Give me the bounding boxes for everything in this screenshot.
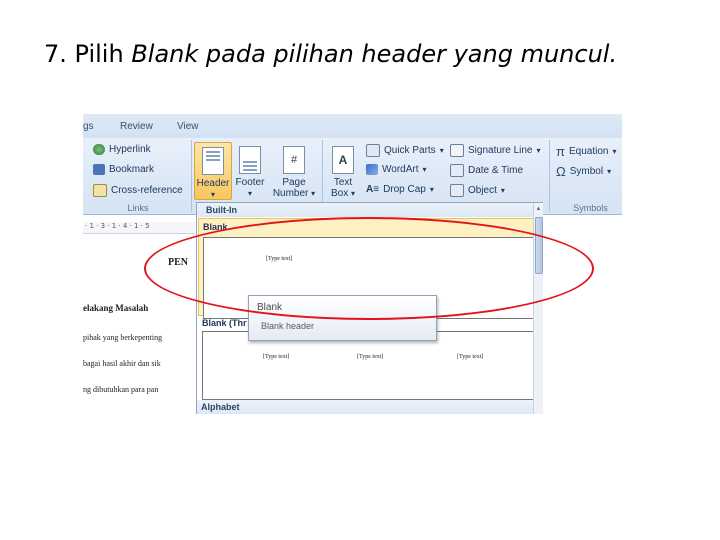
- chevron-down-icon: ▾: [612, 147, 617, 156]
- tab-review[interactable]: Review: [120, 121, 153, 132]
- pi-icon: π: [556, 144, 565, 159]
- quick-parts-icon: [366, 144, 380, 157]
- cross-reference-button[interactable]: Cross-reference: [93, 184, 183, 197]
- signature-line-label: Signature Line: [468, 145, 533, 156]
- page-number-label-row: Number ▾: [272, 188, 316, 199]
- equation-button[interactable]: π Equation ▾: [556, 144, 616, 159]
- slide-title: 7. Pilih Blank pada pilihan header yang …: [44, 40, 617, 68]
- bookmark-label: Bookmark: [109, 164, 155, 175]
- page-number-dropdown-icon: ▾: [311, 189, 316, 198]
- object-label: Object: [468, 185, 497, 196]
- bookmark-icon: [93, 164, 105, 175]
- document-line: pihak yang berkepenting: [83, 333, 163, 342]
- bookmark-button[interactable]: Bookmark: [93, 164, 154, 175]
- tooltip-description: Blank header: [261, 321, 315, 331]
- chevron-down-icon: ▾: [429, 185, 434, 194]
- header-button[interactable]: Header ▾: [194, 142, 232, 200]
- equation-label: Equation: [568, 146, 609, 157]
- symbols-group-label: Symbols: [573, 203, 608, 213]
- header-label: Header: [196, 178, 230, 189]
- page-number-label-2: Number: [272, 188, 309, 199]
- wordart-label: WordArt: [382, 164, 419, 175]
- slide-title-emphasis: Blank pada pilihan header yang muncul.: [131, 40, 618, 68]
- tab-mailings[interactable]: gs: [83, 121, 94, 132]
- placeholder-text-right: [Type text]: [457, 354, 484, 360]
- document-line: ng dibutuhkan para pan: [83, 385, 159, 394]
- text-box-icon: A: [332, 146, 354, 174]
- signature-icon: [450, 144, 464, 157]
- links-group-label: Links: [127, 203, 149, 213]
- ribbon-separator: [191, 140, 192, 212]
- footer-label: Footer: [235, 177, 265, 188]
- document-subheading: elakang Masalah: [83, 303, 149, 313]
- chevron-down-icon: ▾: [439, 146, 444, 155]
- chevron-down-icon: ▾: [536, 146, 541, 155]
- text-box-label-row: Box ▾: [328, 188, 358, 199]
- page-number-label-1: Page: [282, 177, 306, 188]
- cross-reference-icon: [93, 184, 107, 197]
- horizontal-ruler: · 1 · 3 · 1 · 4 · 1 · 5: [83, 222, 195, 234]
- slide-title-prefix: 7. Pilih: [44, 40, 132, 68]
- cross-reference-label: Cross-reference: [111, 185, 183, 196]
- object-icon: [450, 184, 464, 197]
- gallery-section-builtin: Built-In: [197, 203, 542, 217]
- text-box-label-1: Text: [333, 177, 353, 188]
- quick-parts-label: Quick Parts: [384, 145, 436, 156]
- footer-button[interactable]: Footer ▾: [233, 142, 267, 198]
- text-box-button[interactable]: A Text Box ▾: [328, 142, 358, 199]
- page-number-icon: #: [283, 146, 305, 174]
- scroll-up-icon[interactable]: ▲: [535, 205, 542, 213]
- header-dropdown-icon: ▾: [210, 190, 215, 199]
- text-box-label-2: Box: [330, 188, 349, 199]
- footer-dropdown-icon: ▾: [247, 189, 252, 198]
- wordart-button[interactable]: WordArt ▾: [366, 164, 427, 175]
- gallery-item-blank-three-columns[interactable]: [Type text] [Type text] [Type text]: [202, 331, 535, 400]
- tab-view[interactable]: View: [177, 121, 199, 132]
- gallery-item-alphabet-label[interactable]: Alphabet: [197, 400, 533, 414]
- symbol-label: Symbol: [569, 166, 604, 177]
- object-button[interactable]: Object ▾: [450, 184, 505, 197]
- symbol-button[interactable]: Ω Symbol ▾: [556, 164, 611, 179]
- hyperlink-label: Hyperlink: [109, 144, 151, 155]
- date-time-button[interactable]: Date & Time: [450, 164, 523, 177]
- drop-cap-icon: A≡: [366, 184, 380, 195]
- header-page-icon: [202, 147, 224, 175]
- globe-icon: [93, 144, 105, 155]
- page-number-button[interactable]: # Page Number ▾: [272, 142, 316, 199]
- document-line: bagai hasil akhir dan sik: [83, 359, 161, 368]
- chevron-down-icon: ▾: [422, 165, 427, 174]
- hyperlink-button[interactable]: Hyperlink: [93, 144, 151, 155]
- omega-icon: Ω: [556, 164, 566, 179]
- drop-cap-button[interactable]: A≡ Drop Cap ▾: [366, 184, 434, 195]
- chevron-down-icon: ▾: [607, 167, 612, 176]
- highlight-circle: [144, 217, 594, 320]
- ribbon-tabs: gs Review View: [83, 114, 622, 138]
- placeholder-text-left: [Type text]: [263, 354, 290, 360]
- footer-page-icon: [239, 146, 261, 174]
- ribbon-separator: [549, 140, 550, 212]
- drop-cap-label: Drop Cap: [383, 184, 426, 195]
- signature-line-button[interactable]: Signature Line ▾: [450, 144, 541, 157]
- placeholder-text-center: [Type text]: [357, 354, 384, 360]
- chevron-down-icon: ▾: [500, 186, 505, 195]
- calendar-icon: [450, 164, 464, 177]
- gallery-item-blank-three-columns-label: Blank (Thr: [202, 318, 247, 328]
- date-time-label: Date & Time: [468, 165, 524, 176]
- text-box-dropdown-icon: ▾: [351, 189, 356, 198]
- quick-parts-button[interactable]: Quick Parts ▾: [366, 144, 444, 157]
- wordart-icon: [366, 164, 378, 175]
